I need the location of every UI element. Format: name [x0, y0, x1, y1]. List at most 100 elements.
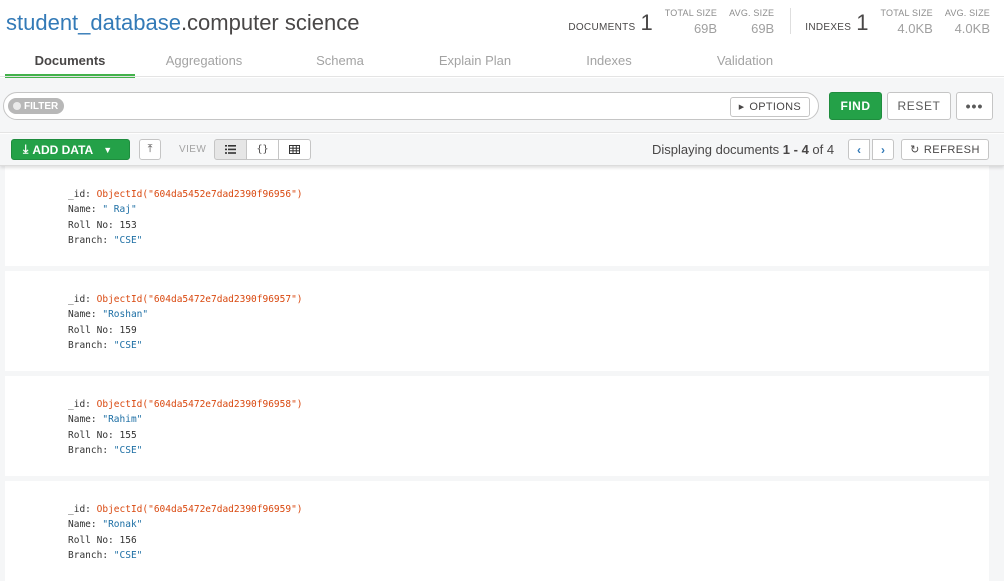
field-value[interactable]: ObjectId("604da5452e7dad2390f96956") [97, 189, 303, 200]
field-value[interactable]: "Ronak" [102, 519, 142, 530]
caret-down-icon: ▼ [103, 144, 113, 155]
database-name[interactable]: student_database [6, 10, 181, 35]
query-bar: FILTER ▶ OPTIONS FIND RESET ••• [0, 78, 1004, 133]
json-view-button[interactable]: {} [246, 139, 279, 160]
tab-explain-plan[interactable]: Explain Plan [407, 48, 543, 78]
tab-aggregations[interactable]: Aggregations [135, 48, 273, 78]
upload-icon: ⤒ [147, 143, 153, 155]
filter-box[interactable]: FILTER ▶ OPTIONS [3, 92, 819, 120]
field-value[interactable]: "CSE" [114, 445, 143, 456]
tab-schema[interactable]: Schema [273, 48, 407, 78]
doc-total-size-label: TOTAL SIZE [664, 8, 718, 18]
refresh-label: REFRESH [923, 143, 980, 156]
field-key: Roll No: [68, 324, 114, 336]
displaying-of: of [808, 142, 827, 157]
view-label: VIEW [179, 144, 207, 155]
tab-divider [0, 76, 1004, 77]
download-icon: ⤓ [23, 142, 29, 156]
reset-button[interactable]: RESET [887, 92, 951, 120]
collection-stats: DOCUMENTS 1 TOTAL SIZE 69B AVG. SIZE 69B… [568, 8, 990, 40]
view-switcher: {} [214, 139, 311, 160]
table-icon [289, 145, 300, 154]
displaying-total: 4 [826, 142, 835, 157]
filter-pill: FILTER [8, 98, 65, 114]
field-key: Roll No: [68, 534, 114, 546]
more-options-button[interactable]: ••• [956, 92, 993, 120]
documents-count: 1 [640, 10, 653, 35]
indexes-stats: INDEXES 1 TOTAL SIZE 4.0KB AVG. SIZE 4.0… [805, 8, 990, 36]
field-value[interactable]: ObjectId("604da5472e7dad2390f96957") [97, 294, 303, 305]
field-key: _id: [68, 189, 91, 200]
field-key: Branch: [68, 444, 109, 456]
page-title: student_database.computer science [6, 10, 359, 36]
tab-indexes[interactable]: Indexes [543, 48, 675, 78]
field-key: Roll No: [68, 429, 114, 441]
field-value[interactable]: 156 [120, 535, 137, 546]
field-key: Roll No: [68, 219, 114, 231]
list-view-button[interactable] [214, 139, 247, 160]
document-card[interactable]: _id: ObjectId("604da5472e7dad2390f96958"… [5, 376, 989, 476]
refresh-button[interactable]: ↻ REFRESH [901, 139, 989, 160]
field-value[interactable]: 153 [120, 220, 137, 231]
documents-stats: DOCUMENTS 1 TOTAL SIZE 69B AVG. SIZE 69B [568, 8, 774, 36]
displaying-prefix: Displaying documents [652, 142, 783, 157]
field-key: _id: [68, 504, 91, 515]
indexes-count: 1 [856, 10, 869, 35]
idx-total-size-label: TOTAL SIZE [880, 8, 933, 18]
displaying-range: 1 - 4 [782, 142, 809, 157]
field-value[interactable]: "Roshan" [102, 309, 148, 320]
braces-icon: {} [256, 144, 269, 155]
caret-right-icon: ▶ [738, 104, 745, 111]
field-key: Name: [68, 309, 97, 321]
tab-validation[interactable]: Validation [675, 48, 815, 78]
filter-dot-icon [13, 102, 21, 110]
field-value[interactable]: " Raj" [102, 204, 136, 215]
doc-avg-size: 69B [751, 21, 775, 36]
doc-avg-size-label: AVG. SIZE [729, 8, 775, 18]
table-view-button[interactable] [278, 139, 311, 160]
find-button[interactable]: FIND [829, 92, 882, 120]
add-data-button[interactable]: ⤓ ADD DATA ▼ [11, 139, 130, 160]
tab-documents[interactable]: Documents [5, 48, 135, 78]
field-value[interactable]: "CSE" [114, 235, 143, 246]
field-value[interactable]: "Rahim" [102, 414, 142, 425]
chevron-left-icon: ‹ [857, 142, 861, 157]
document-card[interactable]: _id: ObjectId("604da5472e7dad2390f96957"… [5, 271, 989, 371]
field-value[interactable]: "CSE" [114, 340, 143, 351]
indexes-label: INDEXES [805, 22, 852, 33]
idx-avg-size-label: AVG. SIZE [944, 8, 990, 18]
documents-label: DOCUMENTS [568, 22, 636, 33]
field-key: Name: [68, 519, 97, 531]
field-key: Branch: [68, 549, 109, 561]
chevron-right-icon: › [881, 142, 885, 157]
documents-toolbar: ⤓ ADD DATA ▼ ⤒ VIEW {} Displaying docume… [0, 134, 1004, 166]
previous-page-button[interactable]: ‹ [848, 139, 870, 160]
filter-input[interactable] [68, 97, 728, 115]
document-card[interactable]: _id: ObjectId("604da5452e7dad2390f96956"… [5, 166, 989, 266]
field-key: Name: [68, 204, 97, 216]
list-icon [225, 145, 236, 154]
field-key: _id: [68, 399, 91, 410]
field-value[interactable]: ObjectId("604da5472e7dad2390f96959") [97, 504, 303, 515]
field-key: Branch: [68, 234, 109, 246]
next-page-button[interactable]: › [872, 139, 894, 160]
field-value[interactable]: 159 [120, 325, 137, 336]
document-card[interactable]: _id: ObjectId("604da5472e7dad2390f96959"… [5, 481, 989, 581]
field-value[interactable]: "CSE" [114, 550, 143, 561]
export-button[interactable]: ⤒ [139, 139, 161, 160]
field-key: Branch: [68, 339, 109, 351]
tab-bar: Documents Aggregations Schema Explain Pl… [5, 48, 815, 78]
doc-total-size: 69B [693, 21, 718, 36]
filter-label: FILTER [24, 100, 59, 112]
idx-avg-size: 4.0KB [954, 21, 990, 36]
field-value[interactable]: ObjectId("604da5472e7dad2390f96958") [97, 399, 303, 410]
options-button[interactable]: ▶ OPTIONS [729, 97, 810, 117]
collection-name: .computer science [180, 10, 360, 35]
refresh-icon: ↻ [910, 144, 920, 156]
field-value[interactable]: 155 [120, 430, 137, 441]
field-key: _id: [68, 294, 91, 305]
pagination-summary: Displaying documents 1 - 4 of 4 [652, 142, 834, 157]
stats-divider [790, 8, 792, 34]
collection-header: student_database.computer science DOCUME… [0, 0, 1004, 78]
add-data-label: ADD DATA [32, 142, 94, 157]
